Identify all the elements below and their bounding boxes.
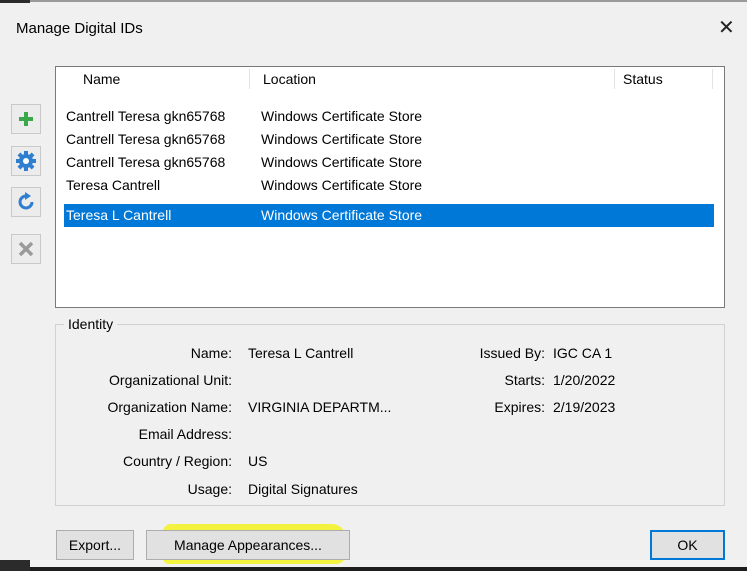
expires-label: Expires:	[494, 399, 545, 415]
table-row[interactable]: Cantrell Teresa gkn65768 Windows Certifi…	[64, 128, 714, 151]
issued-by-value: IGC CA 1	[553, 345, 613, 361]
table-row-selected[interactable]: Teresa L Cantrell Windows Certificate St…	[64, 204, 714, 227]
refresh-button[interactable]	[11, 187, 41, 217]
column-separator[interactable]	[614, 69, 615, 89]
table-row[interactable]: Cantrell Teresa gkn65768 Windows Certifi…	[64, 151, 714, 174]
row-name: Cantrell Teresa gkn65768	[66, 154, 226, 170]
column-header-name[interactable]: Name	[76, 67, 261, 92]
row-location: Windows Certificate Store	[261, 154, 423, 170]
column-header-status[interactable]: Status	[616, 67, 711, 92]
close-icon[interactable]: ✕	[718, 18, 735, 38]
remove-id-button[interactable]	[11, 234, 41, 264]
name-value: Teresa L Cantrell	[248, 345, 354, 361]
table-row[interactable]: Cantrell Teresa gkn65768 Windows Certifi…	[64, 105, 714, 128]
issued-by-label: Issued By:	[479, 345, 545, 361]
row-status	[621, 204, 711, 227]
row-status	[621, 128, 711, 151]
org-name-value: VIRGINIA DEPARTM...	[248, 399, 392, 415]
email-label: Email Address:	[138, 426, 232, 442]
add-id-button[interactable]	[11, 104, 41, 134]
ok-button[interactable]: OK	[650, 530, 725, 560]
row-name: Cantrell Teresa gkn65768	[66, 131, 226, 147]
row-status	[621, 174, 711, 197]
usage-value: Digital Signatures	[248, 481, 358, 497]
identity-group	[55, 324, 725, 506]
top-border	[0, 0, 747, 2]
column-separator[interactable]	[712, 69, 713, 89]
dialog-title: Manage Digital IDs	[16, 20, 143, 37]
row-status	[621, 151, 711, 174]
row-name: Teresa Cantrell	[66, 177, 161, 193]
starts-value: 1/20/2022	[553, 372, 616, 388]
settings-button[interactable]	[11, 146, 41, 176]
remove-icon	[18, 241, 34, 257]
digital-id-list[interactable]: Name Location Status Cantrell Teresa gkn…	[55, 66, 725, 308]
bottom-border	[0, 567, 747, 571]
settings-gear-icon	[16, 151, 36, 171]
row-location: Windows Certificate Store	[261, 207, 423, 223]
row-location: Windows Certificate Store	[261, 108, 423, 124]
usage-label: Usage:	[187, 481, 232, 497]
country-label: Country / Region:	[123, 453, 232, 469]
column-separator[interactable]	[249, 69, 250, 89]
table-row[interactable]: Teresa Cantrell Windows Certificate Stor…	[64, 174, 714, 197]
column-header-location[interactable]: Location	[256, 67, 606, 92]
identity-legend: Identity	[64, 316, 118, 332]
bottom-corner	[0, 560, 30, 571]
refresh-icon	[18, 192, 34, 210]
row-location: Windows Certificate Store	[261, 131, 423, 147]
row-name: Cantrell Teresa gkn65768	[66, 108, 226, 124]
row-status	[621, 105, 711, 128]
name-label: Name:	[190, 345, 232, 361]
org-name-label: Organization Name:	[107, 399, 232, 415]
starts-label: Starts:	[504, 372, 545, 388]
list-header: Name Location Status	[56, 67, 724, 92]
add-icon	[19, 112, 33, 126]
row-location: Windows Certificate Store	[261, 177, 423, 193]
manage-appearances-button[interactable]: Manage Appearances...	[146, 530, 350, 560]
org-unit-label: Organizational Unit:	[109, 372, 232, 388]
top-border-edge	[0, 0, 30, 3]
export-button[interactable]: Export...	[56, 530, 134, 560]
expires-value: 2/19/2023	[553, 399, 616, 415]
row-name: Teresa L Cantrell	[66, 207, 172, 223]
country-value: US	[248, 453, 268, 469]
